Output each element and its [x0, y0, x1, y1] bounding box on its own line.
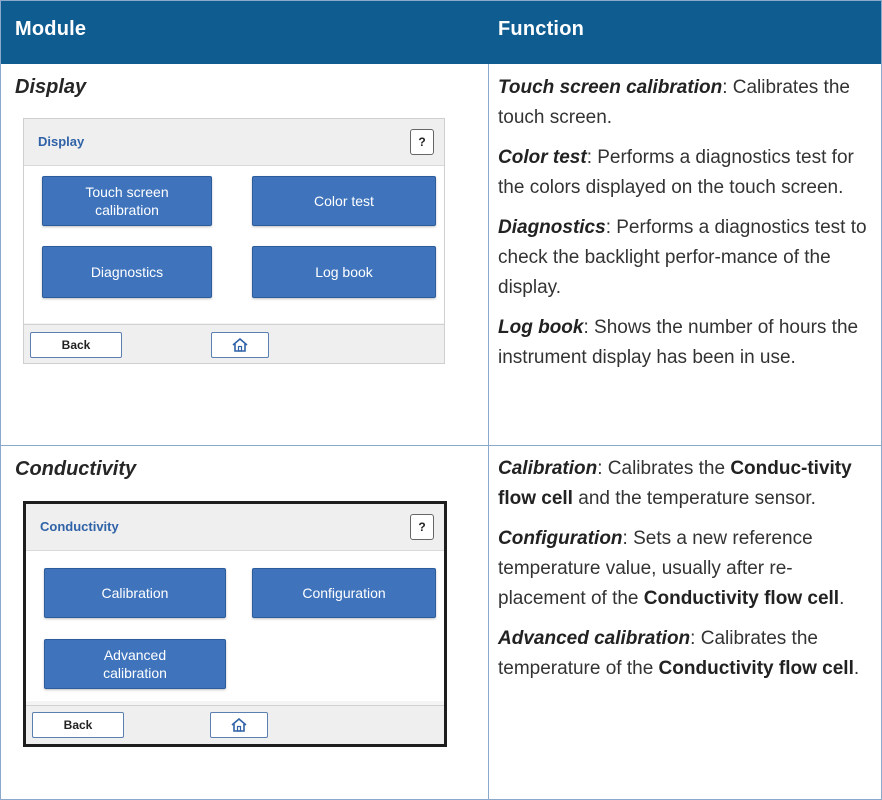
header-function: Function	[498, 18, 585, 40]
function-item: Advanced calibration: Calibrates the tem…	[498, 628, 860, 679]
display-functions: Touch screen calibration: Calibrates the…	[498, 73, 870, 373]
function-item: Touch screen calibration: Calibrates the…	[498, 77, 850, 128]
panel-titlebar: Conductivity ?	[26, 504, 444, 551]
color-test-button[interactable]: Color test	[252, 176, 436, 226]
header-module: Module	[15, 18, 87, 40]
log-book-button[interactable]: Log book	[252, 246, 436, 298]
panel-footer: Back	[26, 705, 444, 744]
function-item: Log book: Shows the number of hours the …	[498, 317, 859, 368]
table-header: Module Function	[1, 1, 881, 64]
function-item: Calibration: Calibrates the Conduc-tivit…	[498, 458, 852, 509]
home-icon	[231, 718, 247, 732]
function-item: Color test: Performs a diagnostics test …	[498, 147, 854, 198]
module-name-display: Display	[15, 76, 87, 98]
home-icon	[232, 338, 248, 352]
panel-footer: Back	[24, 324, 444, 363]
display-panel-screenshot: Display ? Touch screen calibration Color…	[23, 118, 445, 364]
touch-screen-calibration-button[interactable]: Touch screen calibration	[42, 176, 212, 226]
calibration-button[interactable]: Calibration	[44, 568, 226, 618]
configuration-button[interactable]: Configuration	[252, 568, 436, 618]
back-button[interactable]: Back	[32, 712, 124, 738]
panel-body: Touch screen calibration Color test Diag…	[24, 166, 444, 323]
function-item: Configuration: Sets a new reference temp…	[498, 528, 845, 609]
column-divider	[488, 64, 489, 799]
module-function-table: Module Function Display Display ? Touch …	[0, 0, 882, 800]
advanced-calibration-button[interactable]: Advanced calibration	[44, 639, 226, 689]
back-button[interactable]: Back	[30, 332, 122, 358]
row-divider	[1, 445, 881, 446]
panel-titlebar: Display ?	[24, 119, 444, 166]
help-button[interactable]: ?	[410, 129, 434, 155]
home-button[interactable]	[211, 332, 269, 358]
panel-title: Display	[38, 134, 85, 149]
panel-body: Calibration Configuration Advanced calib…	[26, 551, 444, 701]
module-name-conductivity: Conductivity	[15, 458, 137, 480]
conductivity-panel-screenshot: Conductivity ? Calibration Configuration…	[23, 501, 447, 747]
conductivity-functions: Calibration: Calibrates the Conduc-tivit…	[498, 454, 870, 684]
panel-title: Conductivity	[40, 519, 119, 534]
diagnostics-button[interactable]: Diagnostics	[42, 246, 212, 298]
help-button[interactable]: ?	[410, 514, 434, 540]
home-button[interactable]	[210, 712, 268, 738]
function-item: Diagnostics: Performs a diagnostics test…	[498, 217, 867, 298]
